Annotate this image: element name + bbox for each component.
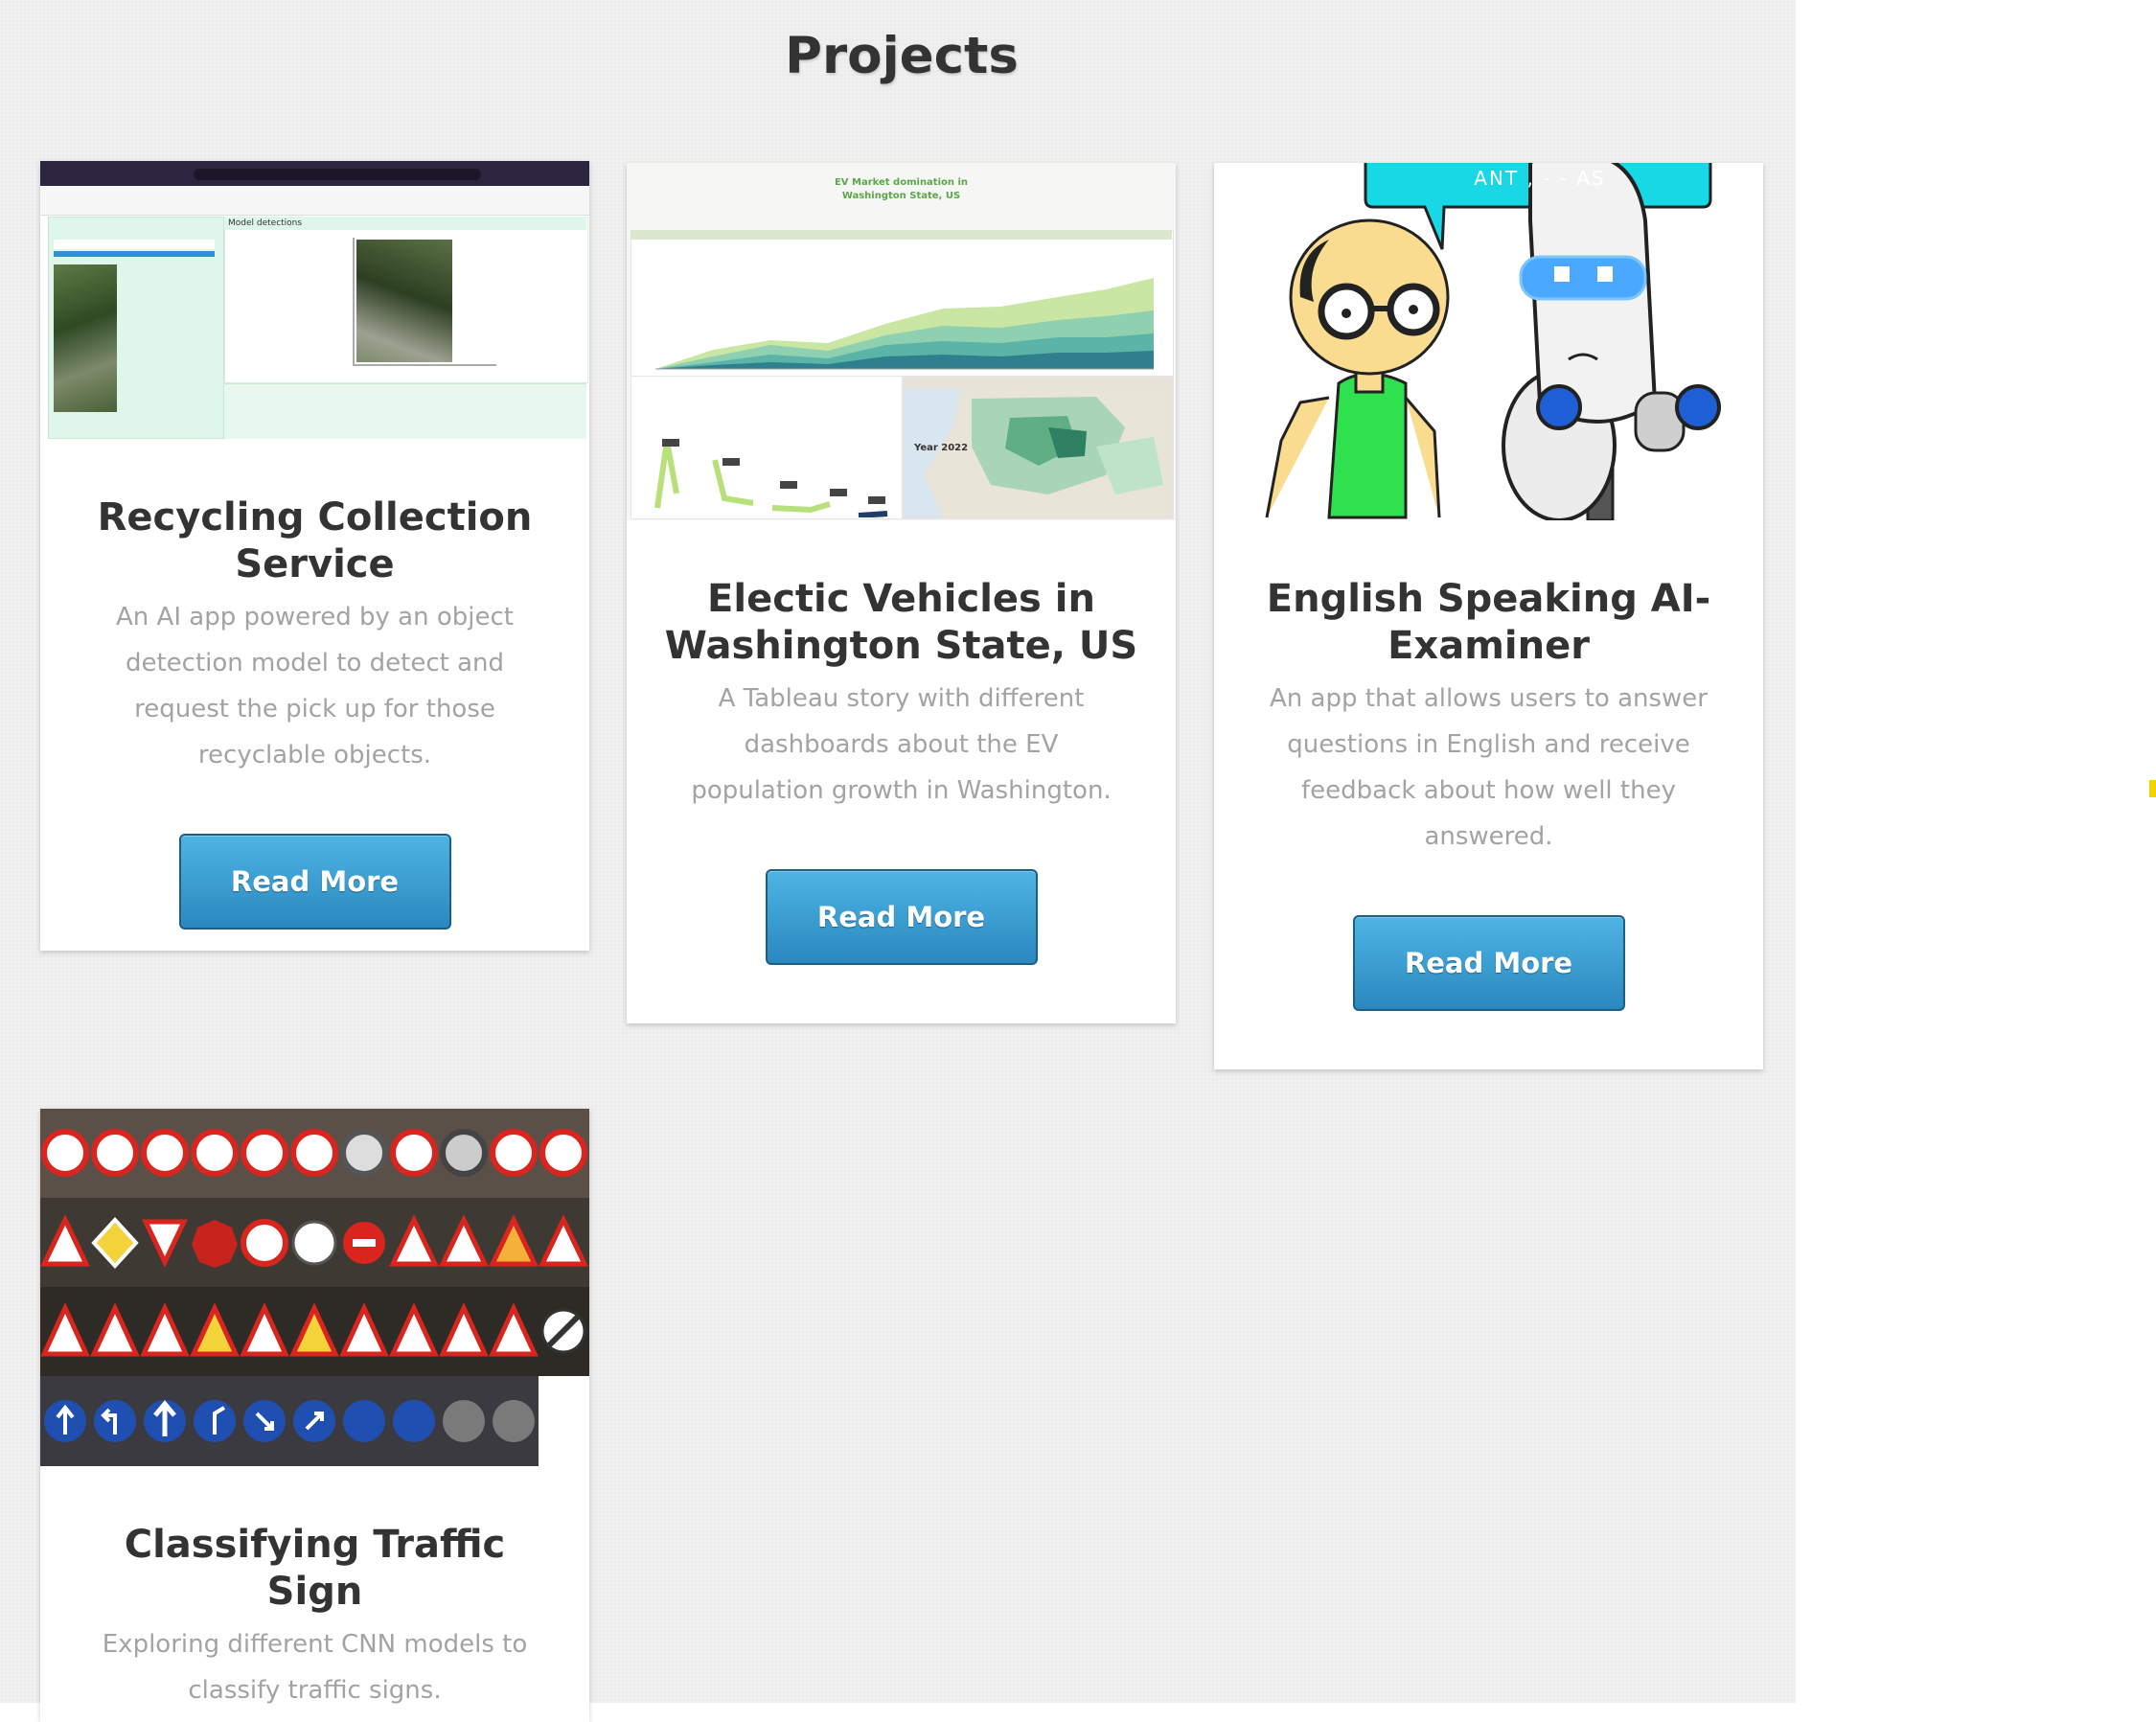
map-year-label: Year 2022 [914, 443, 969, 453]
card-description: An app that allows users to answer quest… [1270, 684, 1708, 851]
chart-header-band [631, 230, 1172, 240]
app-nav [40, 186, 589, 216]
card-description: Exploring different CNN models to classi… [102, 1630, 528, 1705]
project-thumbnail[interactable]: Model detections [40, 161, 589, 439]
uploaded-photo [54, 264, 117, 412]
project-card-ai-examiner: ANT , - - AS English Speaking AI-Examine… [1214, 163, 1763, 1069]
dashboard-title: EV Market domination in Washington State… [834, 177, 969, 201]
vehicle-trend-chart [654, 439, 888, 517]
read-more-button[interactable]: Read More [178, 834, 451, 930]
project-thumbnail[interactable]: EV Market domination in Washington State… [627, 163, 1176, 520]
plot-axis [353, 238, 355, 366]
detections-table [224, 383, 586, 439]
upload-progress [54, 251, 215, 257]
project-card-traffic-signs: Classifying Traffic Sign Exploring diffe… [40, 1109, 589, 1722]
detections-caption: Model detections [228, 218, 303, 228]
card-description: An AI app powered by an object detection… [116, 603, 514, 769]
speech-bubble-text: ANT , - - AS [1474, 167, 1606, 190]
section-title: Projects [785, 27, 1019, 85]
card-title: English Speaking AI-Examiner [1266, 577, 1711, 668]
project-card-recycling: Model detections Recycling Collection Se… [40, 161, 589, 951]
read-more-button[interactable]: Read More [1352, 915, 1625, 1011]
area-chart [655, 278, 1154, 370]
conversation-illustration [1265, 163, 1721, 520]
project-thumbnail[interactable] [40, 1109, 589, 1466]
plot-axis [353, 364, 496, 366]
card-description: A Tableau story with different dashboard… [691, 684, 1112, 805]
detection-photo [356, 240, 452, 362]
read-more-button[interactable]: Read More [765, 869, 1038, 965]
traffic-sign-grid [40, 1109, 589, 1466]
washington-map [905, 389, 1171, 517]
url-bar [194, 169, 481, 180]
project-card-ev: EV Market domination in Washington State… [627, 163, 1176, 1023]
project-thumbnail[interactable]: ANT , - - AS [1214, 163, 1763, 520]
upload-field [54, 240, 215, 249]
card-title: Electic Vehicles in Washington State, US [664, 577, 1138, 668]
card-title: Recycling Collection Service [97, 495, 533, 586]
card-title: Classifying Traffic Sign [124, 1523, 506, 1614]
scroll-marker [2149, 780, 2156, 797]
